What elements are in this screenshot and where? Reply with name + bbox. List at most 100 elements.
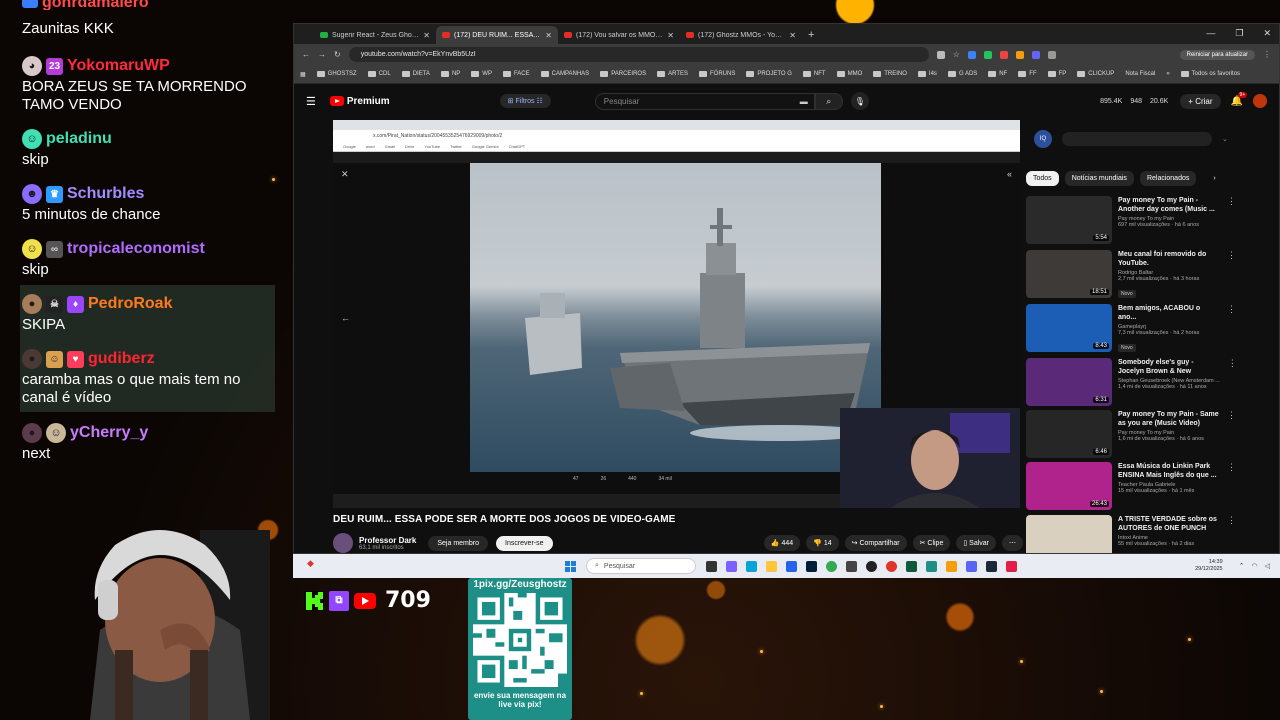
- filters-button[interactable]: ⊞ Filtros ☷: [499, 94, 551, 108]
- close-tab-icon[interactable]: ✕: [423, 31, 430, 40]
- app-icon[interactable]: [1006, 560, 1017, 572]
- more-options-icon[interactable]: ⋮: [1227, 250, 1236, 300]
- cast-icon[interactable]: [936, 50, 945, 59]
- recommended-video[interactable]: 6:31 Somebody else's guy - Jocelyn Brown…: [1026, 358, 1237, 408]
- restart-update-button[interactable]: Reiniciar para atualizar: [1179, 49, 1255, 60]
- obs-icon[interactable]: [866, 560, 877, 572]
- recommended-video[interactable]: 18:51 Meu canal foi removido do YouTube.…: [1026, 250, 1236, 300]
- bookmark-item[interactable]: FÓRUNS: [699, 71, 735, 77]
- volume-icon[interactable]: ◁: [1265, 562, 1270, 570]
- dislike-button[interactable]: 👎 14: [806, 535, 839, 551]
- more-options-icon[interactable]: ⋮: [1228, 358, 1237, 408]
- bookmark-item[interactable]: MMO: [836, 71, 862, 77]
- chip-all[interactable]: Todos: [1026, 171, 1059, 186]
- channel-avatar[interactable]: [333, 533, 353, 553]
- app-icon[interactable]: [726, 560, 737, 572]
- minimize-icon[interactable]: —: [1206, 28, 1215, 39]
- recommended-video[interactable]: A TRISTE VERDADE sobre os AUTORES de ONE…: [1026, 515, 1236, 553]
- bookmark-item[interactable]: CDL: [367, 71, 391, 77]
- more-options-icon[interactable]: ⋮: [1227, 515, 1236, 553]
- bookmark-item[interactable]: I4s: [917, 71, 937, 77]
- recommended-video[interactable]: 8:43 Bem amigos, ACABOU o ano... Gameplay…: [1026, 304, 1236, 354]
- new-tab-icon[interactable]: +: [802, 26, 820, 44]
- more-options-icon[interactable]: ⋮: [1227, 196, 1236, 246]
- edge-icon[interactable]: [746, 560, 757, 572]
- chevron-down-icon[interactable]: ⌄: [1222, 135, 1228, 143]
- share-button[interactable]: ↪ Compartilhar: [844, 535, 907, 551]
- back-icon[interactable]: ←: [302, 50, 310, 59]
- extension-avatar-icon[interactable]: IQ: [1034, 130, 1052, 148]
- close-window-icon[interactable]: ✕: [1263, 28, 1271, 39]
- widgets-icon[interactable]: ◆: [307, 558, 314, 569]
- app-icon[interactable]: [946, 560, 957, 572]
- bookmark-item[interactable]: TREINO: [873, 71, 907, 77]
- browser-tab-active[interactable]: (172) DEU RUIM... ESSA PODE S ✕: [436, 26, 558, 44]
- forward-icon[interactable]: →: [318, 50, 326, 59]
- more-options-icon[interactable]: ⋮: [1227, 304, 1236, 354]
- explorer-icon[interactable]: [766, 560, 777, 572]
- taskbar-search[interactable]: ⌕ Pesquisar: [586, 558, 696, 574]
- bookmark-item[interactable]: PARCEIROS: [600, 71, 646, 77]
- apps-grid-icon[interactable]: ▦: [300, 71, 306, 78]
- store-icon[interactable]: [786, 560, 797, 572]
- bookmark-item[interactable]: CLICKUP: [1077, 71, 1114, 77]
- opera-icon[interactable]: [886, 560, 897, 572]
- clip-button[interactable]: ✂ Clipe: [912, 535, 951, 551]
- photoshop-icon[interactable]: [806, 560, 817, 572]
- url-field[interactable]: youtube.com/watch?v=EkYnvBb5UzI: [348, 47, 929, 62]
- extensions-puzzle-icon[interactable]: [1047, 50, 1056, 59]
- hamburger-menu-icon[interactable]: ☰: [306, 95, 316, 108]
- chrome-icon[interactable]: [826, 560, 837, 572]
- subscribe-button[interactable]: Inscrever-se: [496, 535, 553, 551]
- create-button[interactable]: + Criar: [1180, 93, 1221, 109]
- chevron-up-icon[interactable]: ⌃: [1239, 562, 1245, 570]
- extension-icon[interactable]: [967, 50, 976, 59]
- menu-dots-icon[interactable]: ⋮: [1263, 50, 1271, 59]
- bookmark-item[interactable]: FP: [1047, 71, 1066, 77]
- more-options-icon[interactable]: ⋮: [1227, 410, 1236, 460]
- search-button[interactable]: ⌕: [814, 92, 843, 110]
- youtube-logo[interactable]: Premium: [329, 96, 390, 107]
- search-input[interactable]: Pesquisar ▬: [594, 92, 815, 110]
- wifi-icon[interactable]: ◠: [1252, 562, 1258, 570]
- close-tab-icon[interactable]: ✕: [667, 31, 674, 40]
- bookmark-item[interactable]: G ADS: [947, 71, 977, 77]
- channel-name[interactable]: Professor Dark: [359, 536, 416, 545]
- user-avatar[interactable]: [1253, 94, 1267, 108]
- bookmark-item[interactable]: Nota Fiscal: [1125, 71, 1155, 77]
- discord-icon[interactable]: [966, 560, 977, 572]
- bookmark-item[interactable]: NP: [440, 71, 460, 77]
- app-icon[interactable]: [846, 560, 857, 572]
- video-player[interactable]: x.com/Pirat_Nation/status/20045535254769…: [333, 120, 1020, 508]
- extension-icon[interactable]: [1015, 50, 1024, 59]
- app-icon[interactable]: [926, 560, 937, 572]
- bookmark-item[interactable]: NF: [988, 71, 1007, 77]
- maximize-icon[interactable]: ❐: [1235, 28, 1243, 39]
- bookmark-item[interactable]: FACE: [502, 71, 530, 77]
- extension-icon[interactable]: [983, 50, 992, 59]
- system-clock[interactable]: 14:39 29/12/2025: [1195, 559, 1223, 573]
- save-button[interactable]: ▯ Salvar: [956, 535, 996, 551]
- chevron-right-icon[interactable]: ›: [1206, 171, 1222, 186]
- bookmark-item[interactable]: WP: [471, 71, 492, 77]
- browser-tab[interactable]: Sugerir React - Zeus Ghostz - G ✕: [314, 26, 436, 44]
- bookmark-item[interactable]: DIETA: [401, 71, 430, 77]
- bookmark-item[interactable]: CAMPANHAS: [540, 71, 589, 77]
- bookmark-item[interactable]: NFT: [802, 71, 826, 77]
- chevron-right-icon[interactable]: »: [1166, 71, 1169, 77]
- recommended-video[interactable]: 5:54 Pay money To my Pain - Another day …: [1026, 196, 1236, 246]
- close-tab-icon[interactable]: ✕: [545, 31, 552, 40]
- chip-world-news[interactable]: Notícias mundiais: [1064, 171, 1134, 186]
- reload-icon[interactable]: ↻: [334, 50, 341, 59]
- browser-tab[interactable]: (172) Vou salvar os MMORPGs ✕: [558, 26, 680, 44]
- chip-related[interactable]: Relacionados: [1139, 171, 1197, 186]
- keyboard-icon[interactable]: ▬: [800, 97, 808, 106]
- more-actions-icon[interactable]: ⋯: [1002, 535, 1023, 551]
- browser-tab[interactable]: (172) Ghostz MMOs - YouTube ✕: [680, 26, 802, 44]
- mic-icon[interactable]: 🎙: [850, 92, 869, 110]
- star-icon[interactable]: ☆: [953, 50, 960, 59]
- recommended-video[interactable]: 26:43 Essa Música do Linkin Park ENSINA …: [1026, 462, 1236, 512]
- bookmark-item[interactable]: FF: [1018, 71, 1037, 77]
- notifications-icon[interactable]: 🔔 9+: [1231, 91, 1248, 107]
- all-bookmarks[interactable]: Todos os favoritos: [1180, 71, 1240, 77]
